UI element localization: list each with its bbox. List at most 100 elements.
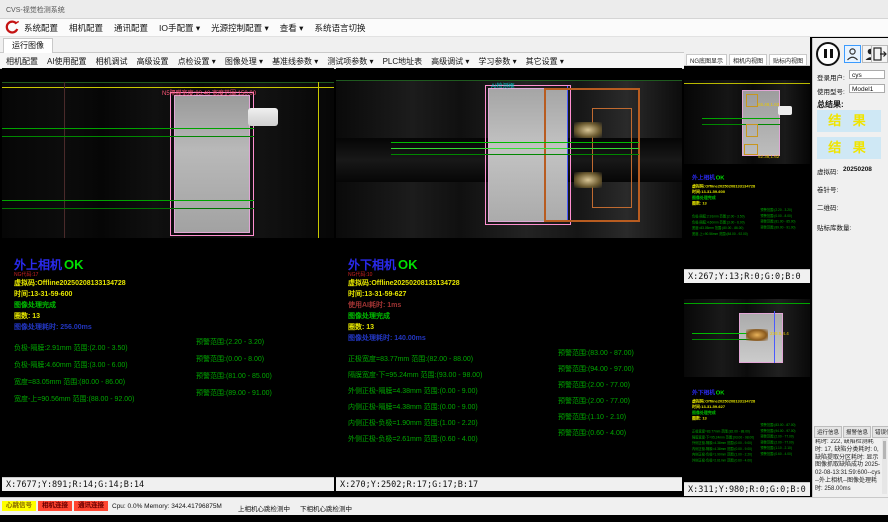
menu-item[interactable]: 查看 ▾ <box>280 22 304 34</box>
total-result-label: 总结果: <box>817 99 844 110</box>
warning-range: 预警范围:(89.00 - 91.00) <box>760 225 795 229</box>
turn-count: 圈数: 13 <box>692 415 810 421</box>
overlay-line <box>692 333 754 334</box>
toolbar-item[interactable]: 图像处理 ▾ <box>225 56 263 67</box>
warning-range: 预警范围:(0.00 - 8.00) <box>196 354 264 364</box>
pause-bar <box>824 49 827 58</box>
model-value[interactable]: Model1 <box>849 84 885 93</box>
small-measurements: 正极宽度=83.77mm 范围:(82.00 - 88.00) 预警范围:(83… <box>692 423 810 458</box>
log-text: 耗时: 222, 缺陷检测耗时: 17, 缺陷分类耗时: 0, 缺陷提取分区耗时… <box>815 439 881 494</box>
log-tab[interactable]: 错误信息 <box>872 426 888 438</box>
turn-count: 圈数: 13 <box>692 200 810 206</box>
left-camera-image[interactable]: N5隔膜宽度:93.40 宽度范围:150.00 <box>2 82 334 238</box>
image-background <box>2 82 334 238</box>
process-done: 图像处理完成 <box>14 300 56 310</box>
menu-item[interactable]: 系统语言切换 <box>314 22 365 34</box>
log-tabs: 运行信息报警信息错误信息 <box>814 426 888 438</box>
left-camera-panel: N5隔膜宽度:93.40 宽度范围:150.00 外上相机OK NG代码:17 … <box>2 68 334 491</box>
tab-strip: 运行图像 <box>0 37 810 53</box>
defect-box <box>746 94 758 107</box>
warning-range: 预警范围:(94.00 - 97.00) <box>760 429 795 433</box>
pixel-readout: X:267;Y:13;R:0;G:0;B:0 <box>688 272 801 282</box>
label-count-label: 贴标库数量: <box>817 222 851 232</box>
small-view-bottom[interactable]: 238.5,4.4 外下相机OK 虚拟码:Offline202502081331… <box>684 283 810 482</box>
log-scrollbar[interactable] <box>882 439 887 494</box>
toolbar-item[interactable]: 测试项参数 ▾ <box>327 56 373 67</box>
scroll-thumb[interactable] <box>883 441 886 459</box>
toolbar-item[interactable]: PLC地址表 <box>383 56 423 67</box>
menu-item[interactable]: 相机配置 <box>69 22 103 34</box>
small-view-tab[interactable]: 贴标内视图 <box>769 54 807 65</box>
small-bottom-coord-bar: X:311;Y:980;R:0;G:0;B:0 <box>684 482 810 496</box>
log-tab[interactable]: 运行信息 <box>814 426 842 438</box>
measurement-value: 宽度=83.05mm 范围:(80.00 - 86.00) <box>14 379 125 386</box>
ai-box-label: AI检测框 <box>491 81 515 90</box>
overlay-line <box>391 148 639 149</box>
small-bottom-image: 238.5,4.4 <box>684 299 810 377</box>
warning-range: 预警范围:(94.00 - 97.00) <box>558 364 634 374</box>
small-top-image: 65.48,1.63 52.38,1.62 <box>684 80 810 164</box>
camera-title: 外下相机 <box>692 389 715 395</box>
overlay-line <box>64 82 65 238</box>
overlay-line <box>2 208 254 209</box>
menu-item[interactable]: 通讯配置 <box>114 22 148 34</box>
measurement-row: 负极-隔膜:2.91mm 范围:(2.00 - 3.50) 预警范围:(2.20… <box>14 337 334 354</box>
defect-box <box>744 144 758 155</box>
overlay-line <box>774 311 775 363</box>
mid-coord-bar: X:270;Y:2502;R:17;G:17;B:17 <box>336 477 682 491</box>
measurement-value: 内侧正极-负极=1.90mm 范围:(1.00 - 2.20) <box>348 420 478 427</box>
qr-label: 二维码: <box>817 202 838 212</box>
overlay-line <box>684 303 810 304</box>
pause-button[interactable] <box>816 42 840 66</box>
small-view-tab[interactable]: NG底图显示 <box>686 54 727 65</box>
overlay-line <box>2 200 254 201</box>
menu-item[interactable]: IO手配置 ▾ <box>159 22 200 34</box>
upper-cam-heartbeat: 上相机心跳检测中 <box>238 503 290 513</box>
capture-time: 时间:13-31-59-627 <box>348 289 406 299</box>
connector-tab <box>248 108 278 126</box>
measurement-row: 宽度=83.05mm 范围:(80.00 - 86.00) 预警范围:(81.0… <box>14 371 334 388</box>
menu-item[interactable]: 系统配置 <box>24 22 58 34</box>
logout-button[interactable] <box>871 45 888 63</box>
lower-cam-heartbeat: 下相机心跳检测中 <box>300 503 352 513</box>
virtual-code: 虚拟码:Offline20250208133134728 <box>14 278 126 288</box>
login-user-value[interactable]: cys <box>849 70 885 79</box>
toolbar-item[interactable]: 学习参数 ▾ <box>478 56 516 67</box>
toolbar-item[interactable]: 其它设置 ▾ <box>526 56 564 67</box>
log-tab[interactable]: 报警信息 <box>843 426 871 438</box>
defect-box <box>746 124 758 137</box>
measurement-row: 正极宽度=83.77mm 范围:(82.00 - 88.00) 预警范围:(83… <box>348 348 678 364</box>
turn-count: 圈数: 13 <box>14 311 40 321</box>
toolbar-item[interactable]: 高级设置 <box>137 56 169 67</box>
virtual-code: 虚拟码:Offline20250208133134728 <box>348 278 460 288</box>
tab-run-image[interactable]: 运行图像 <box>3 38 53 53</box>
small-measurements: 负极-隔膜:2.91mm 范围:(2.00 - 3.50) 预警范围:(2.20… <box>692 208 810 231</box>
toolbar-item[interactable]: 点检设置 ▾ <box>178 56 216 67</box>
small-view-tab[interactable]: 相机内视图 <box>729 54 767 65</box>
mid-camera-image[interactable]: AI检测框 <box>336 80 682 238</box>
small-views-column: NG底图显示相机内视图贴标内视图 65.48,1.63 52.38,1.62 外… <box>684 52 810 497</box>
toolbar-item[interactable]: 基准线参数 ▾ <box>272 56 318 67</box>
warning-range: 预警范围:(89.00 - 91.00) <box>196 388 272 398</box>
app-logo-icon <box>4 20 20 35</box>
defect-label: 65.48,1.63 <box>758 102 779 107</box>
toolbar-item[interactable]: 相机配置 <box>6 56 38 67</box>
toolbar-items: 相机配置 AI使用配置相机调试高级设置点检设置 ▾ 图像处理 ▾ 基准线参数 ▾ 测试项… <box>6 56 564 67</box>
menu-item[interactable]: 光源控制配置 ▾ <box>211 22 269 34</box>
highlight-blob <box>574 122 602 138</box>
measurement-row: 宽度-上=90.56mm 范围:(88.00 - 92.00) 预警范围:(89… <box>692 225 810 231</box>
warning-range: 预警范围:(2.00 - 77.00) <box>760 435 793 439</box>
overlay-line <box>684 83 810 84</box>
pixel-readout: X:311;Y:980;R:0;G:0;B:0 <box>688 485 806 495</box>
measurement-row: 外侧正极-负极=2.61mm 范围:(0.60 - 4.00) 预警范围:(0.… <box>692 452 810 458</box>
toolbar-item[interactable]: 相机调试 <box>96 56 128 67</box>
warning-range: 预警范围:(1.10 - 2.10) <box>760 446 792 450</box>
measurement-value: 隔膜宽度-下=95.24mm 范围:(93.00 - 98.00) <box>348 372 482 379</box>
small-view-top[interactable]: 65.48,1.63 52.38,1.62 外上相机OK 虚拟码:Offline… <box>684 66 810 269</box>
title-bar: CVS-视觉检测系统 <box>0 0 888 19</box>
user-button[interactable] <box>844 45 861 63</box>
pause-bar <box>830 49 833 58</box>
measurement-value: 正极宽度=83.77mm 范围:(82.00 - 88.00) <box>348 356 473 363</box>
toolbar-item[interactable]: 高级调试 ▾ <box>431 56 469 67</box>
toolbar-item[interactable]: AI使用配置 <box>47 56 87 67</box>
